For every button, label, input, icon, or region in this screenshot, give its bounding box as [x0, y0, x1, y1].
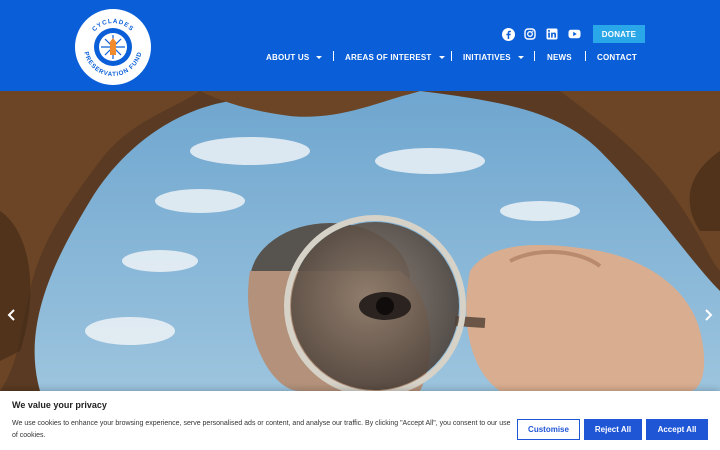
carousel-next-button[interactable] — [702, 306, 714, 324]
donate-button[interactable]: DONATE — [593, 25, 645, 43]
instagram-icon[interactable] — [523, 27, 537, 41]
nav-contact[interactable]: CONTACT — [597, 51, 637, 63]
nav-label: NEWS — [547, 52, 572, 62]
facebook-icon[interactable] — [501, 27, 515, 41]
reject-all-button[interactable]: Reject All — [584, 419, 642, 440]
chevron-right-icon — [705, 309, 713, 321]
chevron-left-icon — [7, 309, 15, 321]
nav-separator — [333, 51, 334, 61]
nav-label: INITIATIVES — [463, 52, 511, 62]
nav-label: ABOUT US — [266, 52, 310, 62]
hero-slider — [0, 91, 720, 391]
cookie-title: We value your privacy — [12, 400, 107, 410]
accept-all-button[interactable]: Accept All — [646, 419, 708, 440]
nav-label: AREAS OF INTEREST — [345, 52, 432, 62]
nav-separator — [534, 51, 535, 61]
site-header: CYCLADES PRESERVATION FUND DONATE ABOUT … — [0, 0, 720, 91]
nav-initiatives[interactable]: INITIATIVES — [463, 51, 524, 63]
customise-button[interactable]: Customise — [517, 419, 580, 440]
chevron-down-icon — [316, 55, 323, 59]
youtube-icon[interactable] — [567, 27, 581, 41]
chevron-down-icon — [517, 55, 524, 59]
nav-separator — [451, 51, 452, 61]
linkedin-icon[interactable] — [545, 27, 559, 41]
nav-about-us[interactable]: ABOUT US — [266, 51, 323, 63]
nav-separator — [585, 51, 586, 61]
nav-areas-of-interest[interactable]: AREAS OF INTEREST — [345, 51, 445, 63]
site-logo[interactable]: CYCLADES PRESERVATION FUND — [75, 9, 151, 85]
nav-label: CONTACT — [597, 52, 637, 62]
carousel-prev-button[interactable] — [6, 306, 18, 324]
nav-news[interactable]: NEWS — [547, 51, 572, 63]
cookie-description: We use cookies to enhance your browsing … — [12, 420, 511, 439]
chevron-down-icon — [438, 55, 445, 59]
hero-image — [0, 91, 720, 391]
